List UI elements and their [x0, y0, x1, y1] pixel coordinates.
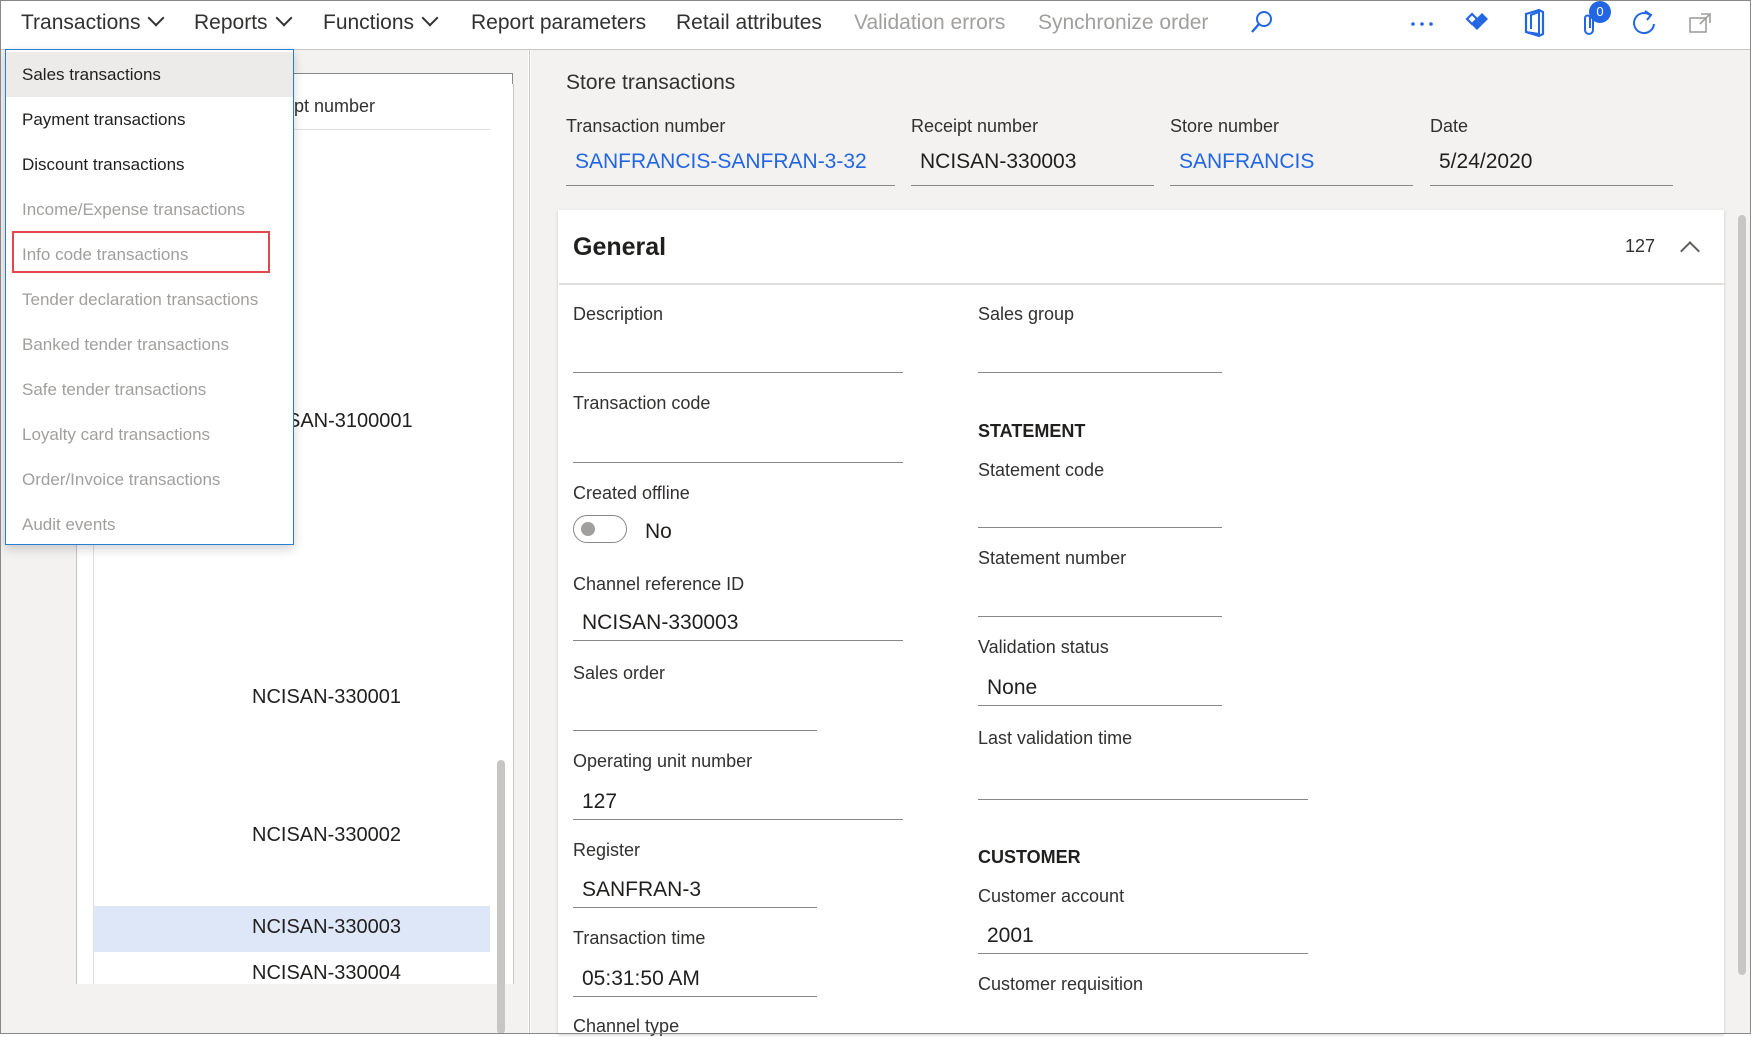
created-offline-toggle[interactable] — [573, 515, 627, 543]
transaction-time-field[interactable]: 05:31:50 AM — [573, 961, 817, 997]
table-row[interactable]: NCISAN-330002 — [94, 814, 490, 860]
row-receipt-number: NCISAN-330003 — [252, 916, 401, 938]
power-apps-icon[interactable] — [1461, 6, 1495, 40]
validation-status-field[interactable]: None — [978, 670, 1222, 706]
transactions-menu-dropdown: Sales transactions Payment transactions … — [5, 49, 294, 545]
customer-requisition-label: Customer requisition — [978, 974, 1144, 994]
date-field[interactable]: 5/24/2020 — [1430, 150, 1673, 186]
menu-validation-errors[interactable]: Validation errors — [854, 0, 1005, 46]
menu-functions[interactable]: Functions — [323, 0, 439, 46]
statement-section-header: STATEMENT — [978, 421, 1086, 441]
menu-transactions[interactable]: Transactions — [21, 0, 165, 46]
menu-label: Functions — [323, 11, 415, 34]
attachment-count-badge: 0 — [1589, 1, 1611, 23]
row-receipt-number: SAN-3100001 — [287, 410, 413, 432]
row-receipt-number: NCISAN-330001 — [252, 686, 401, 708]
last-validation-field[interactable] — [978, 764, 1308, 800]
menu-item-info-code-transactions[interactable]: Info code transactions — [6, 232, 293, 277]
row-receipt-number: NCISAN-330002 — [252, 824, 401, 846]
refresh-icon[interactable] — [1628, 6, 1662, 40]
menu-item-order-invoice-transactions[interactable]: Order/Invoice transactions — [6, 457, 293, 502]
general-fasttab-title[interactable]: General — [573, 233, 666, 262]
more-icon[interactable] — [1405, 6, 1439, 40]
created-offline-label: Created offline — [573, 483, 690, 503]
fasttab-divider — [559, 283, 1724, 285]
created-offline-value: No — [645, 520, 672, 543]
menu-item-banked-tender-transactions[interactable]: Banked tender transactions — [6, 322, 293, 367]
store-number-label: Store number — [1170, 116, 1280, 136]
transaction-code-field[interactable] — [573, 427, 903, 463]
date-label: Date — [1430, 116, 1469, 136]
menu-retail-attributes[interactable]: Retail attributes — [676, 0, 822, 46]
menu-item-safe-tender-transactions[interactable]: Safe tender transactions — [6, 367, 293, 412]
description-field[interactable] — [573, 337, 903, 373]
transaction-number-label: Transaction number — [566, 116, 726, 136]
channel-reference-label: Channel reference ID — [573, 574, 745, 594]
menu-item-payment-transactions[interactable]: Payment transactions — [6, 97, 293, 142]
toggle-knob — [581, 522, 595, 536]
operating-unit-field[interactable]: 127 — [573, 784, 903, 820]
search-icon[interactable] — [1244, 6, 1278, 40]
customer-section-header: CUSTOMER — [978, 847, 1081, 867]
general-fasttab-summary: 127 — [1625, 236, 1656, 256]
customer-account-label: Customer account — [978, 886, 1125, 906]
customer-account-field[interactable]: 2001 — [978, 918, 1308, 954]
menu-item-sales-transactions[interactable]: Sales transactions — [6, 52, 293, 97]
table-row[interactable]: NCISAN-330001 — [94, 676, 490, 722]
menu-item-income-expense-transactions[interactable]: Income/Expense transactions — [6, 187, 293, 232]
transaction-number-link[interactable]: SANFRANCIS-SANFRAN-3-32 — [566, 150, 895, 186]
transaction-time-label: Transaction time — [573, 928, 706, 948]
statement-code-field[interactable] — [978, 492, 1222, 528]
menu-synchronize-order[interactable]: Synchronize order — [1038, 0, 1208, 46]
grid-scrollbar[interactable] — [497, 760, 505, 1034]
menu-label: Reports — [194, 11, 268, 34]
statement-number-label: Statement number — [978, 548, 1127, 568]
channel-reference-field[interactable]: NCISAN-330003 — [573, 605, 903, 641]
operating-unit-label: Operating unit number — [573, 751, 753, 771]
menu-item-discount-transactions[interactable]: Discount transactions — [6, 142, 293, 187]
open-new-window-icon[interactable] — [1683, 6, 1717, 40]
table-row[interactable]: NCISAN-330004 — [94, 952, 490, 998]
sales-group-field[interactable] — [978, 337, 1222, 373]
action-pane: Transactions Reports Functions Report pa… — [0, 0, 1751, 50]
menu-item-tender-declaration-transactions[interactable]: Tender declaration transactions — [6, 277, 293, 322]
statement-code-label: Statement code — [978, 460, 1105, 480]
transaction-code-label: Transaction code — [573, 393, 711, 413]
receipt-number-field[interactable]: NCISAN-330003 — [911, 150, 1154, 186]
table-row-selected[interactable]: NCISAN-330003 — [94, 906, 490, 952]
page-title: Store transactions — [566, 71, 736, 94]
office-icon[interactable] — [1517, 6, 1551, 40]
pane-splitter[interactable] — [529, 50, 530, 1034]
chevron-down-icon — [275, 9, 293, 27]
chevron-down-icon — [421, 9, 439, 27]
receipt-number-label: Receipt number — [911, 116, 1039, 136]
sales-group-label: Sales group — [978, 304, 1075, 324]
sales-order-field[interactable] — [573, 695, 817, 731]
menu-item-audit-events[interactable]: Audit events — [6, 502, 293, 547]
row-receipt-number: NCISAN-330004 — [252, 962, 401, 984]
details-scrollbar[interactable] — [1738, 215, 1746, 975]
grid-column-header-receipt-number[interactable]: ipt number — [290, 96, 375, 117]
menu-label: Transactions — [21, 11, 141, 34]
menu-item-loyalty-card-transactions[interactable]: Loyalty card transactions — [6, 412, 293, 457]
chevron-down-icon — [147, 9, 165, 27]
register-link[interactable]: SANFRAN-3 — [573, 872, 817, 908]
register-label: Register — [573, 840, 641, 860]
last-validation-label: Last validation time — [978, 728, 1133, 748]
menu-reports[interactable]: Reports — [194, 0, 293, 46]
validation-status-label: Validation status — [978, 637, 1109, 657]
menu-report-parameters[interactable]: Report parameters — [471, 0, 646, 46]
store-number-link[interactable]: SANFRANCIS — [1170, 150, 1413, 186]
sales-order-label: Sales order — [573, 663, 666, 683]
statement-number-field[interactable] — [978, 581, 1222, 617]
description-label: Description — [573, 304, 664, 324]
